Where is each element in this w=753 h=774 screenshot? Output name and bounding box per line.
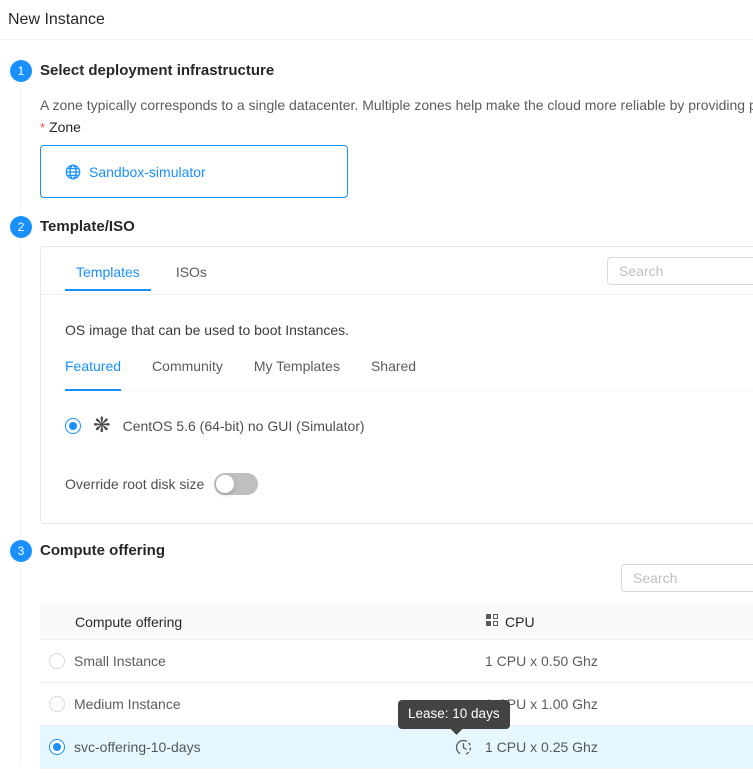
compute-offering-table: Compute offering CPU	[40, 604, 753, 769]
zone-label-row: * Zone	[40, 116, 753, 139]
template-search-input[interactable]	[607, 257, 753, 285]
step-connector	[20, 243, 21, 538]
template-card-body: OS image that can be used to boot Instan…	[41, 295, 753, 523]
column-cpu-label: CPU	[505, 614, 535, 630]
offering-name: Small Instance	[74, 653, 166, 669]
step-connector	[20, 567, 21, 767]
tab-templates[interactable]: Templates	[65, 251, 151, 291]
table-row[interactable]: Medium Instance 1 CPU x 1.00 Ghz	[40, 683, 753, 726]
tab-shared[interactable]: Shared	[371, 355, 416, 391]
step-3-title: Compute offering	[40, 540, 753, 562]
template-filter-tabs: Featured Community My Templates Shared	[65, 355, 753, 391]
tab-isos[interactable]: ISOs	[165, 251, 218, 291]
template-option-label: CentOS 5.6 (64-bit) no GUI (Simulator)	[123, 418, 365, 434]
step-2-title: Template/ISO	[40, 216, 753, 238]
table-header: Compute offering CPU	[40, 604, 753, 640]
template-tabbar: Templates ISOs	[41, 247, 753, 295]
page-header: New Instance	[0, 0, 753, 40]
lease-tooltip-text: Lease: 10 days	[408, 706, 500, 721]
table-row[interactable]: svc-offering-10-days 1 CPU x 0.25 Ghz	[40, 726, 753, 769]
wizard-steps: 1 Select deployment infrastructure A zon…	[0, 40, 753, 769]
toggle-knob	[216, 475, 234, 493]
tab-my-templates[interactable]: My Templates	[254, 355, 340, 391]
lease-tooltip: Lease: 10 days	[398, 700, 510, 729]
compute-search-row	[40, 564, 753, 592]
tab-featured[interactable]: Featured	[65, 355, 121, 391]
lease-clock-icon[interactable]	[455, 739, 472, 759]
step-1-title: Select deployment infrastructure	[40, 60, 753, 82]
step-connector	[20, 87, 21, 214]
step-deployment-infrastructure: 1 Select deployment infrastructure A zon…	[10, 60, 753, 216]
compute-search-input[interactable]	[621, 564, 753, 592]
offering-name: Medium Instance	[74, 696, 181, 712]
template-card: Templates ISOs OS image that can be used…	[40, 246, 753, 524]
zone-label: Zone	[49, 119, 81, 135]
step-3-badge: 3	[10, 540, 32, 562]
required-mark: *	[40, 120, 45, 135]
offering-cpu: 1 CPU x 0.25 Ghz	[485, 739, 598, 755]
page-title: New Instance	[8, 9, 745, 31]
column-compute-offering: Compute offering	[40, 614, 485, 630]
step-1-badge: 1	[10, 60, 32, 82]
override-root-disk-toggle[interactable]	[214, 473, 258, 495]
zone-name: Sandbox-simulator	[89, 164, 206, 180]
step-template-iso: 2 Template/ISO Templates ISOs OS image t…	[10, 216, 753, 540]
table-row[interactable]: Small Instance 1 CPU x 0.50 Ghz	[40, 640, 753, 683]
template-radio[interactable]	[65, 418, 81, 434]
offering-radio-medium[interactable]	[49, 696, 65, 712]
column-cpu: CPU	[485, 613, 535, 630]
offering-radio-small[interactable]	[49, 653, 65, 669]
step-2-badge: 2	[10, 216, 32, 238]
override-root-disk-label: Override root disk size	[65, 476, 204, 492]
template-option-centos[interactable]: ❋ CentOS 5.6 (64-bit) no GUI (Simulator)	[65, 415, 753, 437]
os-image-description: OS image that can be used to boot Instan…	[65, 319, 753, 341]
grid-icon	[485, 613, 499, 630]
offering-cpu: 1 CPU x 0.50 Ghz	[485, 653, 598, 669]
zone-description: A zone typically corresponds to a single…	[40, 94, 753, 116]
override-root-disk-row: Override root disk size	[65, 473, 753, 495]
zone-card-sandbox-simulator[interactable]: Sandbox-simulator	[40, 145, 348, 198]
centos-icon: ❋	[93, 415, 111, 437]
offering-name: svc-offering-10-days	[74, 739, 201, 755]
tab-community[interactable]: Community	[152, 355, 223, 391]
offering-radio-svc-offering[interactable]	[49, 739, 65, 755]
step-compute-offering: 3 Compute offering Compute offering	[10, 540, 753, 769]
globe-icon	[65, 164, 81, 180]
